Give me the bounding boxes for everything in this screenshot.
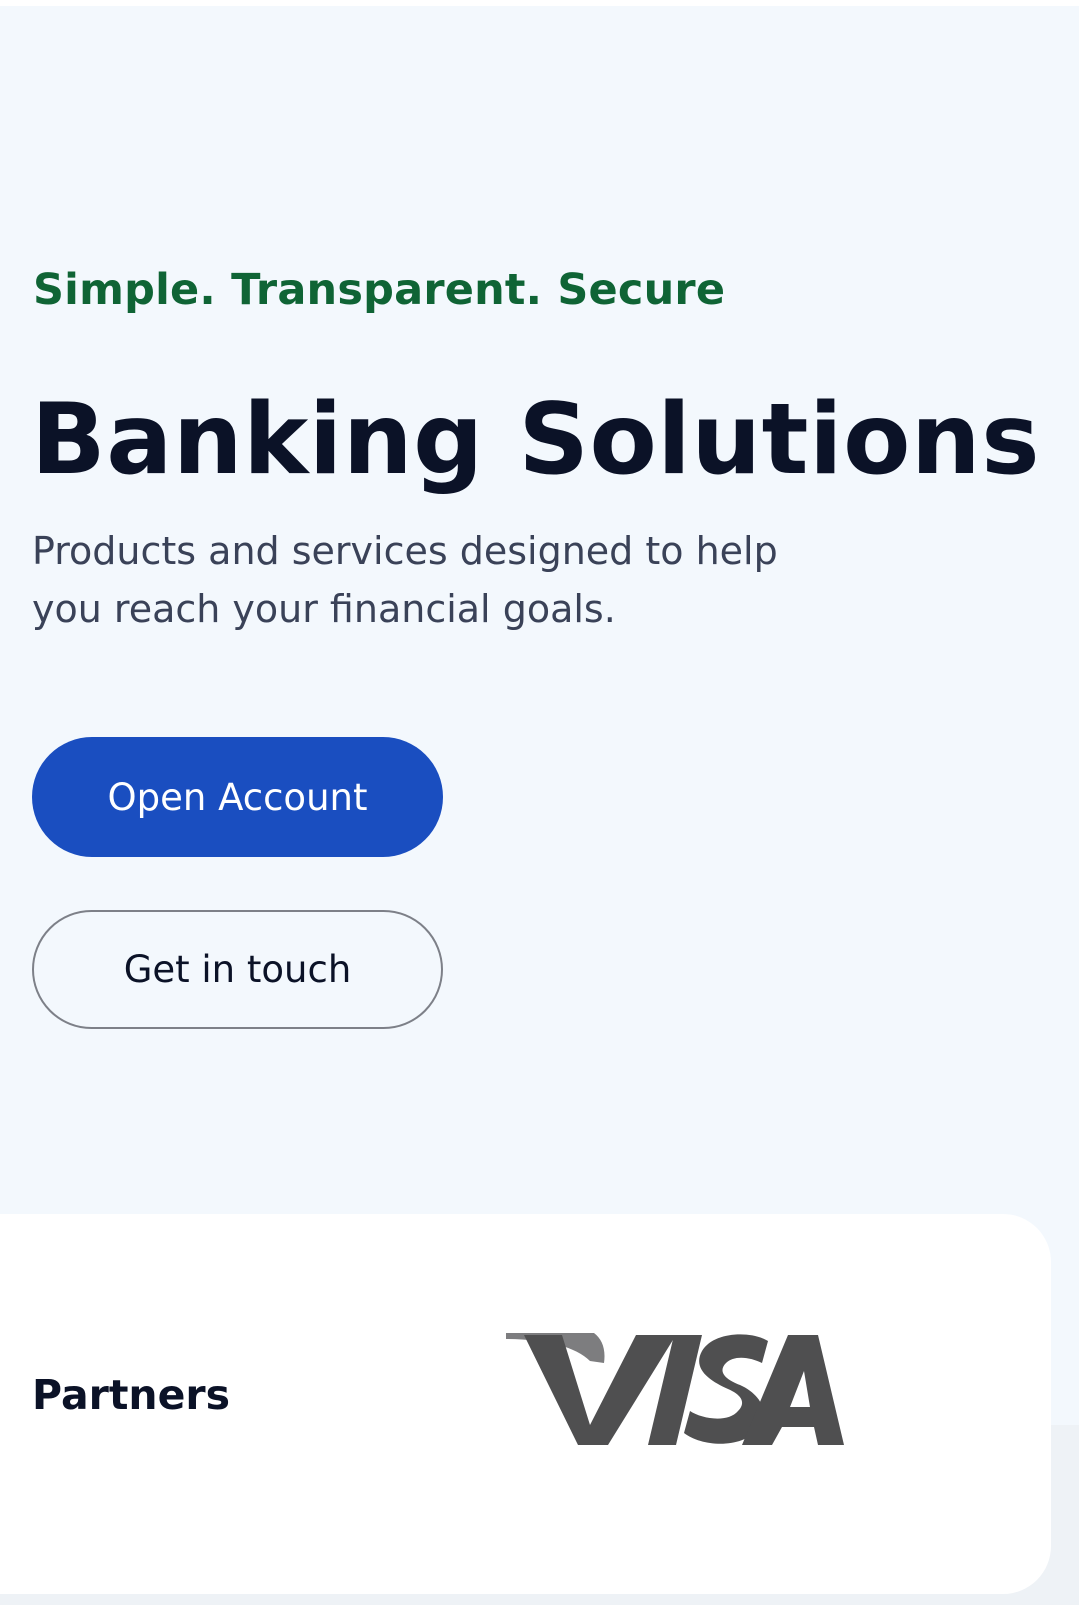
visa-logo bbox=[506, 1333, 850, 1449]
hero-headline: Banking Solutions bbox=[31, 383, 1041, 497]
hero-subtext: Products and services designed to help y… bbox=[32, 529, 778, 631]
get-in-touch-button[interactable]: Get in touch bbox=[32, 910, 443, 1029]
page: Simple. Transparent. Secure Banking Solu… bbox=[0, 0, 1079, 1605]
partners-label: Partners bbox=[32, 1371, 231, 1419]
hero-eyebrow: Simple. Transparent. Secure bbox=[33, 265, 726, 315]
background-strip bbox=[1050, 1210, 1079, 1425]
open-account-button[interactable]: Open Account bbox=[32, 737, 443, 857]
